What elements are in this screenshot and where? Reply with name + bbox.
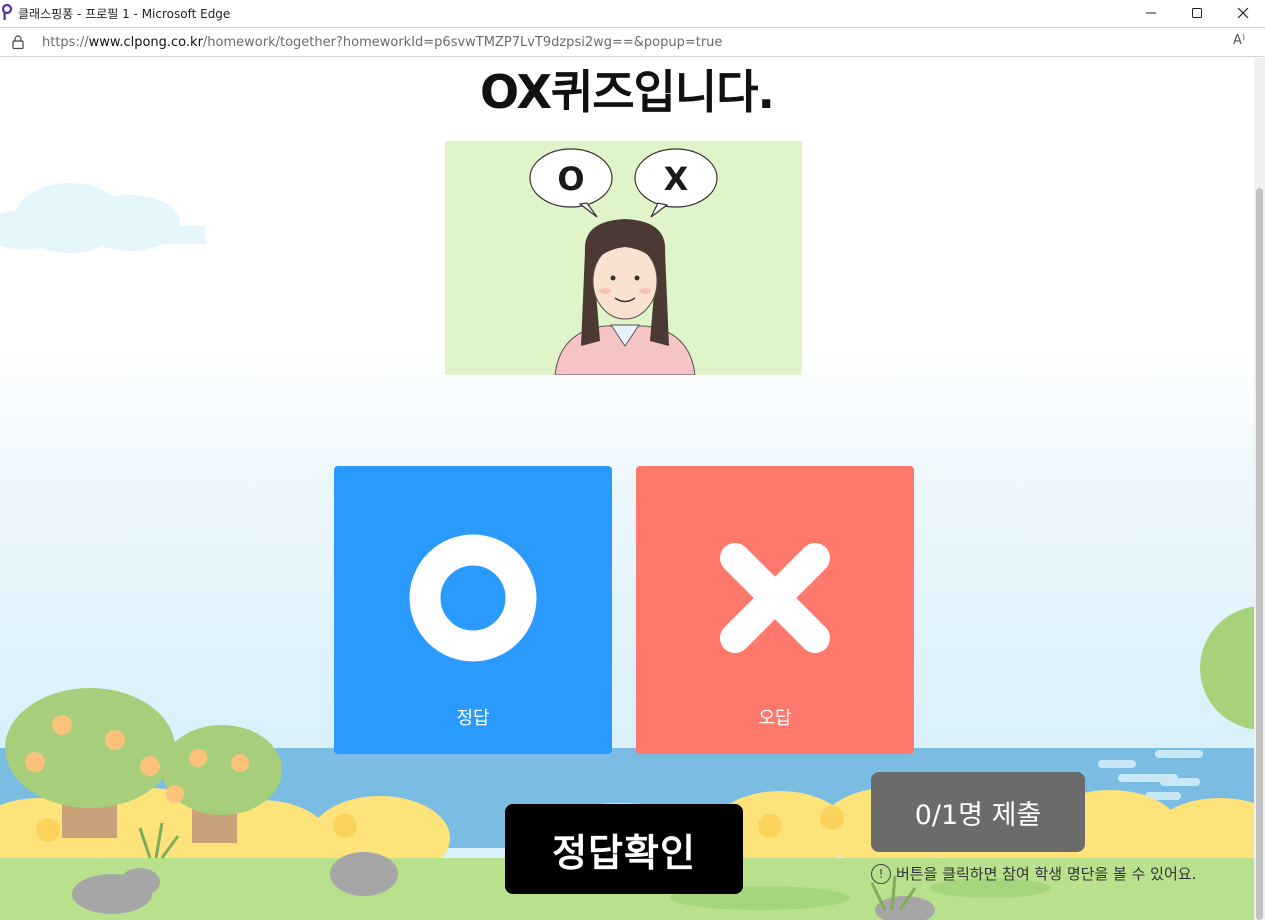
address-bar[interactable]: https://www.clpong.co.kr/homework/togeth… bbox=[0, 27, 1265, 57]
vertical-scrollbar[interactable] bbox=[1254, 58, 1265, 920]
lock-icon[interactable] bbox=[12, 35, 24, 49]
window-titlebar: 클래스핑퐁 - 프로필 1 - Microsoft Edge bbox=[0, 0, 1265, 26]
read-aloud-icon[interactable]: A⁾ bbox=[1233, 33, 1245, 48]
answer-x-label: 오답 bbox=[758, 708, 792, 729]
minimize-icon bbox=[1146, 12, 1156, 14]
url-scheme: https:// bbox=[42, 35, 89, 50]
page-title: OX퀴즈입니다. bbox=[479, 65, 775, 119]
url-path: /homework/together?homeworkId=p6svwTMZP7… bbox=[202, 35, 723, 50]
window-title: 클래스핑퐁 - 프로필 1 - Microsoft Edge bbox=[18, 7, 231, 21]
submission-hint: ! 버튼을 클릭하면 참여 학생 명단을 볼 수 있어요. bbox=[871, 863, 1196, 884]
info-icon: ! bbox=[871, 863, 891, 884]
check-answer-button[interactable]: 정답확인 bbox=[505, 804, 743, 894]
answer-o-label: 정답 bbox=[456, 708, 490, 729]
cloud-decoration bbox=[0, 183, 205, 253]
bubble-x-text: X bbox=[664, 160, 689, 198]
close-icon bbox=[1237, 7, 1249, 19]
answer-x-button[interactable]: 오답 bbox=[636, 466, 914, 754]
answer-o-button[interactable]: 정답 bbox=[334, 466, 612, 754]
circle-o-icon bbox=[409, 534, 537, 662]
scrollbar-thumb[interactable] bbox=[1256, 188, 1263, 920]
cross-x-icon bbox=[720, 543, 830, 653]
clpong-logo-icon bbox=[2, 4, 12, 20]
page-content: OX퀴즈입니다. O X 정답 오답 정답확인 0/1명 제출 ! 버튼을 클릭… bbox=[0, 58, 1254, 920]
url-host: www.clpong.co.kr bbox=[88, 35, 203, 50]
url-text[interactable]: https://www.clpong.co.kr/homework/togeth… bbox=[42, 35, 722, 50]
submission-status-button[interactable]: 0/1명 제출 bbox=[871, 772, 1085, 852]
hint-text: 버튼을 클릭하면 참여 학생 명단을 볼 수 있어요. bbox=[896, 865, 1197, 883]
maximize-icon bbox=[1192, 8, 1202, 18]
minimize-button[interactable] bbox=[1128, 0, 1174, 26]
right-bush bbox=[1200, 606, 1254, 730]
quiz-illustration: O X bbox=[445, 141, 802, 375]
maximize-button[interactable] bbox=[1174, 0, 1220, 26]
bubble-o-text: O bbox=[557, 160, 584, 198]
close-button[interactable] bbox=[1220, 0, 1265, 26]
